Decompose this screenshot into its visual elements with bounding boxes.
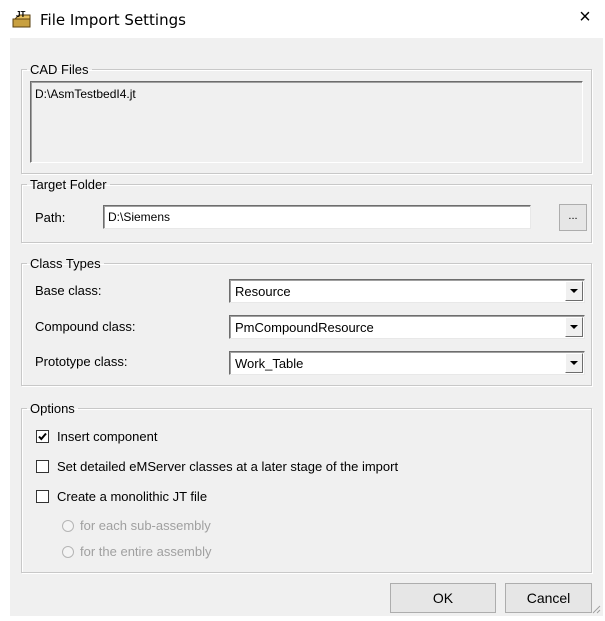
cad-files-list[interactable]: D:\AsmTestbedI4.jt (30, 81, 583, 163)
path-label: Path: (35, 210, 66, 225)
insert-component-checkbox[interactable] (36, 430, 49, 443)
window-title: File Import Settings (40, 11, 186, 29)
cad-files-legend: CAD Files (30, 62, 89, 77)
compound-class-value: PmCompoundResource (235, 320, 374, 335)
checkmark-icon (38, 432, 47, 441)
sub-assembly-label[interactable]: for each sub-assembly (80, 518, 211, 533)
set-detailed-label[interactable]: Set detailed eMServer classes at a later… (57, 459, 398, 474)
prototype-class-select[interactable]: Work_Table (229, 351, 585, 375)
list-item[interactable]: D:\AsmTestbedI4.jt (35, 87, 578, 101)
cancel-button[interactable]: Cancel (505, 583, 592, 613)
set-detailed-checkbox[interactable] (36, 460, 49, 473)
compound-class-select[interactable]: PmCompoundResource (229, 315, 585, 339)
entire-assembly-label[interactable]: for the entire assembly (80, 544, 212, 559)
monolithic-checkbox[interactable] (36, 490, 49, 503)
insert-component-label[interactable]: Insert component (57, 429, 157, 444)
class-types-legend: Class Types (30, 256, 101, 271)
base-class-label: Base class: (35, 283, 102, 298)
ok-button[interactable]: OK (390, 583, 496, 613)
path-input[interactable]: D:\Siemens (103, 205, 531, 229)
title-bar: JT File Import Settings × (0, 0, 605, 38)
base-class-value: Resource (235, 284, 291, 299)
chevron-down-icon[interactable] (565, 281, 583, 301)
entire-assembly-radio[interactable] (62, 546, 74, 558)
chevron-down-icon[interactable] (565, 317, 583, 337)
options-legend: Options (30, 401, 75, 416)
close-button[interactable]: × (565, 0, 605, 34)
svg-text:JT: JT (16, 10, 25, 19)
close-icon: × (579, 5, 591, 28)
sub-assembly-radio[interactable] (62, 520, 74, 532)
dialog-body: CAD Files D:\AsmTestbedI4.jt Target Fold… (10, 38, 603, 616)
base-class-select[interactable]: Resource (229, 279, 585, 303)
resize-grip-icon[interactable] (591, 604, 601, 614)
chevron-down-icon[interactable] (565, 353, 583, 373)
target-folder-legend: Target Folder (30, 177, 107, 192)
compound-class-label: Compound class: (35, 319, 136, 334)
monolithic-label[interactable]: Create a monolithic JT file (57, 489, 207, 504)
browse-button[interactable]: ... (559, 204, 587, 231)
prototype-class-value: Work_Table (235, 356, 304, 371)
jt-import-icon: JT (12, 9, 32, 29)
prototype-class-label: Prototype class: (35, 354, 128, 369)
